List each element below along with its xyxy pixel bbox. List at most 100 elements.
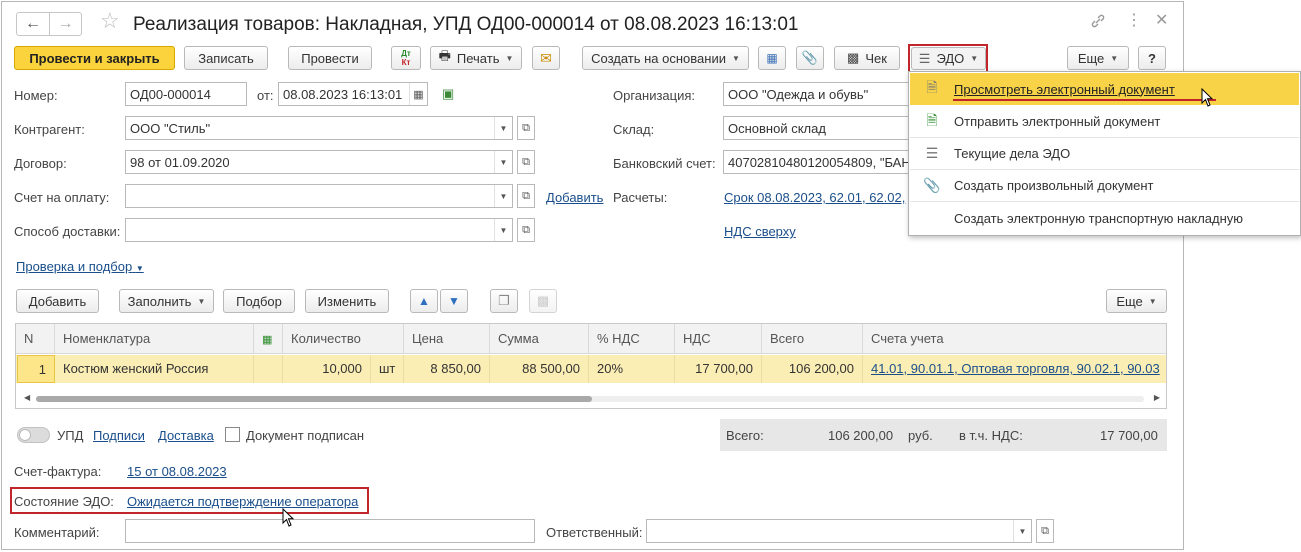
open-contract-button[interactable]: ⧉ (517, 150, 535, 174)
email-button[interactable]: ✉ (532, 46, 560, 70)
open-invoice-button[interactable]: ⧉ (517, 184, 535, 208)
open-icon: ⧉ (522, 121, 530, 134)
menu-item-send-edoc[interactable]: 🗎 Отправить электронный документ (910, 106, 1299, 138)
column-header-n[interactable]: N (16, 324, 55, 354)
column-header-sum[interactable]: Сумма (490, 324, 589, 354)
cell-accounts-link[interactable]: 41.01, 90.01.1, Оптовая торговля, 90.02.… (863, 355, 1166, 383)
cell-n[interactable]: 1 (17, 355, 55, 383)
menu-item-label: Текущие дела ЭДО (954, 146, 1071, 161)
vat-on-top-link[interactable]: НДС сверху (724, 224, 796, 239)
open-counterparty-button[interactable]: ⧉ (517, 116, 535, 140)
favorite-star-icon[interactable]: ☆ (100, 10, 120, 32)
back-button[interactable]: ← (17, 13, 49, 35)
incl-vat-label: в т.ч. НДС: (959, 428, 1023, 443)
chevron-down-icon[interactable]: ▼ (494, 219, 512, 241)
contract-field[interactable]: 98 от 01.09.2020 ▼ (125, 150, 513, 174)
close-icon[interactable]: ✕ (1155, 13, 1168, 29)
move-up-button[interactable]: ▲ (410, 289, 438, 313)
number-field[interactable]: ОД00-000014 (125, 82, 247, 106)
comment-field[interactable] (125, 519, 535, 543)
cell-quantity[interactable]: 10,000 (283, 355, 371, 383)
column-header-quantity[interactable]: Количество (283, 324, 404, 354)
copy-rows-button[interactable]: ❐ (490, 289, 518, 313)
fill-button[interactable]: Заполнить ▼ (119, 289, 214, 313)
chevron-down-icon[interactable]: ▼ (494, 117, 512, 139)
paste-rows-button[interactable]: ▩ (529, 289, 557, 313)
open-delivery-button[interactable]: ⧉ (517, 218, 535, 242)
column-header-marking[interactable]: ▦ (254, 324, 283, 354)
counterparty-value: ООО "Стиль" (130, 120, 211, 136)
link-icon[interactable] (1090, 13, 1106, 32)
dt-kt-button[interactable]: Дт Кт (391, 46, 421, 70)
select-button[interactable]: Подбор (223, 289, 295, 313)
table-more-button[interactable]: Еще ▼ (1106, 289, 1167, 313)
menu-item-label: Создать произвольный документ (954, 178, 1154, 193)
chevron-down-icon[interactable]: ▼ (494, 185, 512, 207)
table-row[interactable]: 1 Костюм женский Россия 10,000 шт 8 850,… (16, 355, 1166, 383)
cell-sum[interactable]: 88 500,00 (490, 355, 589, 383)
signatures-link[interactable]: Подписи (93, 428, 145, 443)
scrollbar-thumb[interactable] (36, 396, 592, 402)
settlements-link[interactable]: Срок 08.08.2023, 62.01, 62.02, (724, 190, 909, 205)
structure-button[interactable]: ▦ (758, 46, 786, 70)
column-header-total[interactable]: Всего (762, 324, 863, 354)
horizontal-scrollbar[interactable]: ◀ ▶ (20, 393, 1160, 403)
cell-marking[interactable] (254, 355, 283, 383)
column-header-item[interactable]: Номенклатура (55, 324, 254, 354)
add-row-button[interactable]: Добавить (16, 289, 99, 313)
add-invoice-link[interactable]: Добавить (546, 190, 603, 205)
move-down-button[interactable]: ▼ (440, 289, 468, 313)
cell-vat[interactable]: 17 700,00 (675, 355, 762, 383)
menu-item-create-arbitrary[interactable]: 📎 Создать произвольный документ (910, 170, 1299, 202)
responsible-field[interactable]: ▼ (646, 519, 1032, 543)
warehouse-field[interactable]: Основной склад (723, 116, 909, 140)
arrow-down-icon: ▼ (448, 294, 460, 308)
menu-item-edo-tasks[interactable]: ☰ Текущие дела ЭДО (910, 138, 1299, 170)
forward-button[interactable]: → (49, 13, 81, 35)
create-based-on-button[interactable]: Создать на основании ▼ (582, 46, 749, 70)
change-button[interactable]: Изменить (305, 289, 389, 313)
calendar-icon[interactable]: ▦ (409, 83, 427, 105)
column-header-vat[interactable]: НДС (675, 324, 762, 354)
more-vertical-icon[interactable]: ⋮ (1126, 13, 1142, 29)
scroll-right-icon[interactable]: ▶ (1154, 393, 1160, 402)
bank-account-field[interactable]: 40702810480120054809, "БАНК (723, 150, 909, 174)
save-button[interactable]: Записать (184, 46, 268, 70)
upd-toggle[interactable] (17, 427, 50, 443)
document-signed-checkbox[interactable] (225, 427, 240, 442)
organization-field[interactable]: ООО "Одежда и обувь" (723, 82, 909, 106)
column-header-vat-rate[interactable]: % НДС (589, 324, 675, 354)
date-field[interactable]: 08.08.2023 16:13:01 ▦ (278, 82, 428, 106)
more-button[interactable]: Еще ▼ (1067, 46, 1129, 70)
menu-item-create-waybill[interactable]: Создать электронную транспортную накладн… (910, 202, 1299, 234)
cell-total[interactable]: 106 200,00 (762, 355, 863, 383)
cell-vat-rate[interactable]: 20% (589, 355, 675, 383)
check-button[interactable]: ▩ Чек (834, 46, 900, 70)
check-document-icon[interactable]: ▣ (442, 86, 454, 102)
column-header-accounts[interactable]: Счета учета (863, 324, 1166, 354)
cell-item[interactable]: Костюм женский Россия (55, 355, 254, 383)
cell-unit[interactable]: шт (371, 355, 404, 383)
check-and-select-link[interactable]: Проверка и подбор ▼ (16, 259, 144, 274)
invoice-document-link[interactable]: 15 от 08.08.2023 (127, 464, 227, 479)
post-and-close-button[interactable]: Провести и закрыть (14, 46, 175, 70)
post-button[interactable]: Провести (288, 46, 372, 70)
counterparty-field[interactable]: ООО "Стиль" ▼ (125, 116, 513, 140)
edo-state-highlight-frame (10, 487, 369, 514)
cell-price[interactable]: 8 850,00 (404, 355, 490, 383)
chevron-down-icon[interactable]: ▼ (1013, 520, 1031, 542)
delivery-link[interactable]: Доставка (158, 428, 214, 443)
attachments-button[interactable]: 📎 (796, 46, 824, 70)
help-button[interactable]: ? (1138, 46, 1166, 70)
print-button[interactable]: 🖶 Печать ▼ (430, 46, 522, 70)
open-responsible-button[interactable]: ⧉ (1036, 519, 1054, 543)
delivery-field[interactable]: ▼ (125, 218, 513, 242)
column-header-price[interactable]: Цена (404, 324, 490, 354)
open-icon: ⧉ (522, 223, 530, 236)
document-signed-label: Документ подписан (246, 428, 365, 443)
scroll-left-icon[interactable]: ◀ (24, 393, 30, 402)
contract-value: 98 от 01.09.2020 (130, 154, 230, 170)
chevron-down-icon[interactable]: ▼ (494, 151, 512, 173)
edo-dropdown-menu: 🗎 Просмотреть электронный документ 🗎 Отп… (908, 71, 1301, 236)
invoice-field[interactable]: ▼ (125, 184, 513, 208)
